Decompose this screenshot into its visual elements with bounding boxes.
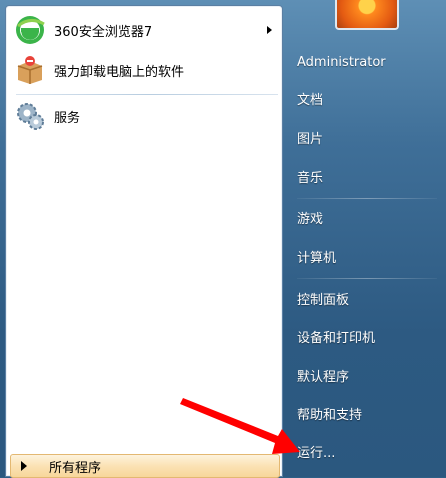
control-panel-link[interactable]: 控制面板 (297, 291, 437, 311)
devices-printers-link[interactable]: 设备和打印机 (297, 329, 437, 349)
program-label: 强力卸载电脑上的软件 (54, 64, 185, 80)
shortcuts-pane: Administrator 文档 图片 音乐 游戏 计算机 控制面板 设备和打印… (283, 0, 446, 477)
program-item-services[interactable]: 服务 (10, 98, 278, 134)
default-programs-link[interactable]: 默认程序 (297, 368, 437, 388)
all-programs-button[interactable]: 所有程序 (10, 454, 280, 478)
submenu-arrow-icon[interactable] (267, 26, 272, 34)
user-name-link[interactable]: Administrator (297, 53, 437, 73)
shortcuts-separator (297, 198, 437, 199)
all-programs-label: 所有程序 (49, 460, 102, 476)
programs-pane: 360安全浏览器7 强力卸载电脑上的软件 服务 所有程序 (5, 5, 283, 478)
computer-link[interactable]: 计算机 (297, 249, 437, 269)
program-label: 服务 (54, 110, 81, 126)
help-support-link[interactable]: 帮助和支持 (297, 406, 437, 426)
pinned-separator (16, 94, 278, 95)
run-link[interactable]: 运行... (297, 444, 437, 464)
shortcuts-separator (297, 278, 437, 279)
uninstall-box-icon (17, 56, 43, 84)
music-link[interactable]: 音乐 (297, 169, 437, 189)
program-item-uninstaller[interactable]: 强力卸载电脑上的软件 (10, 52, 278, 88)
user-avatar[interactable] (335, 0, 399, 30)
browser-360-icon (16, 16, 45, 44)
games-link[interactable]: 游戏 (297, 210, 437, 230)
program-label: 360安全浏览器7 (54, 24, 153, 40)
documents-link[interactable]: 文档 (297, 91, 437, 111)
program-item-360-browser[interactable]: 360安全浏览器7 (10, 12, 278, 48)
start-menu: 360安全浏览器7 强力卸载电脑上的软件 服务 所有程序 Administrat… (0, 0, 446, 478)
services-gear-icon (17, 103, 44, 130)
expand-arrow-icon (21, 461, 27, 471)
pictures-link[interactable]: 图片 (297, 130, 437, 150)
